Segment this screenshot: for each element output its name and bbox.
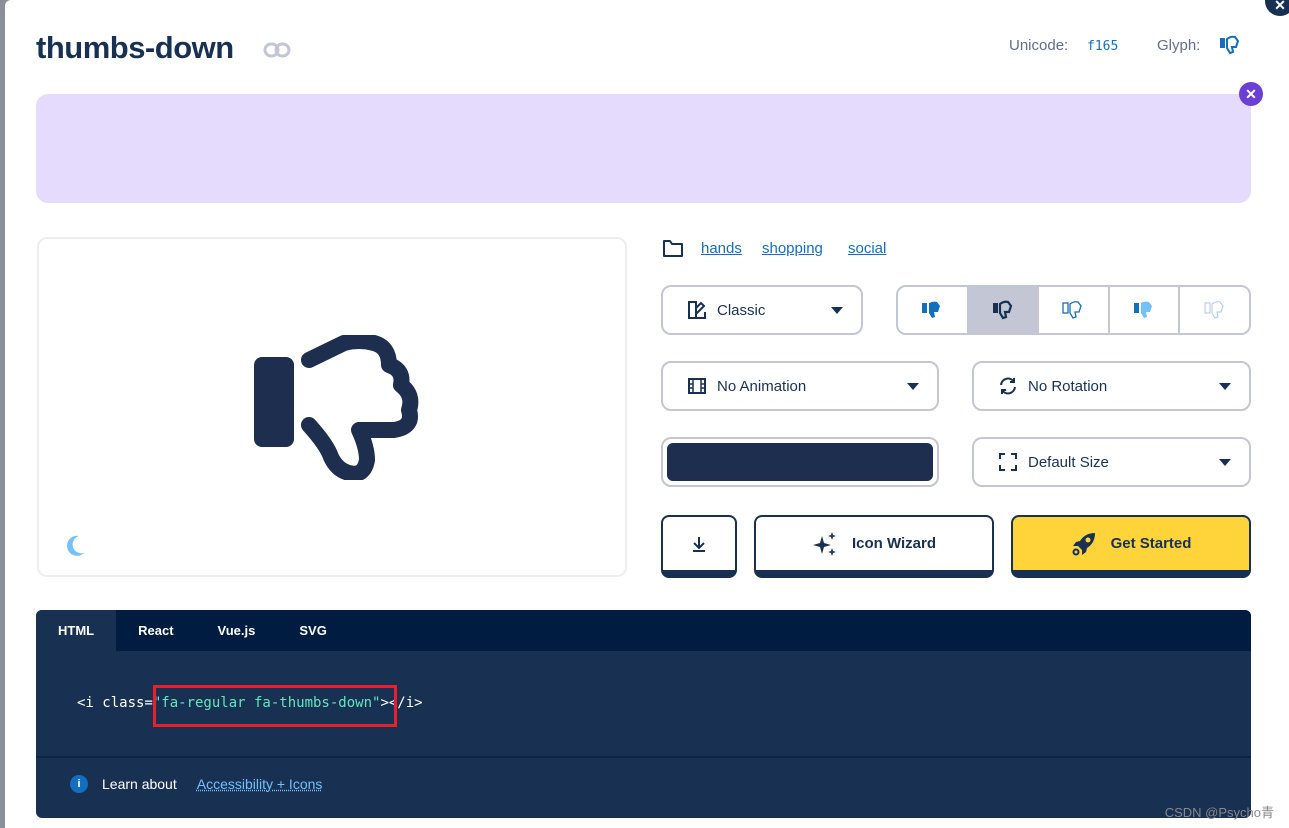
color-swatch: [667, 443, 933, 481]
accessibility-link[interactable]: Accessibility + Icons: [197, 776, 323, 792]
caret-down-icon: [1219, 459, 1231, 466]
thumbs-down-solid-icon: [921, 300, 943, 320]
code-panel: HTML React Vue.js SVG <i class="fa-regul…: [36, 610, 1251, 818]
expand-icon: [998, 452, 1018, 472]
download-button[interactable]: [661, 515, 737, 578]
thumbs-down-duotone-icon: [1133, 300, 1155, 320]
icon-preview: [37, 237, 627, 577]
info-icon: i: [70, 775, 88, 793]
tab-svg[interactable]: SVG: [277, 610, 348, 651]
close-modal-button[interactable]: ✕: [1265, 0, 1289, 16]
size-select[interactable]: Default Size: [972, 437, 1251, 487]
folder-icon: [662, 238, 684, 258]
link-icon[interactable]: [263, 40, 291, 60]
thumbs-down-thin-icon: [1204, 300, 1226, 320]
page-title: thumbs-down: [36, 30, 234, 66]
caret-down-icon: [1219, 383, 1231, 390]
caret-down-icon: [831, 307, 843, 314]
tab-html[interactable]: HTML: [36, 610, 116, 651]
style-thin-button[interactable]: [1180, 287, 1249, 333]
unicode-label: Unicode:: [1009, 37, 1068, 54]
rotation-select[interactable]: No Rotation: [972, 361, 1251, 411]
family-select[interactable]: Classic: [661, 285, 863, 335]
size-select-value: Default Size: [1028, 454, 1219, 471]
style-regular-button[interactable]: [969, 287, 1040, 333]
glyph-label: Glyph:: [1157, 37, 1200, 54]
thumbs-down-icon: [249, 335, 419, 480]
thumbs-down-regular-icon: [992, 300, 1014, 320]
animation-select[interactable]: No Animation: [661, 361, 939, 411]
tag-link[interactable]: hands: [701, 240, 742, 257]
film-icon: [687, 376, 707, 396]
divider: [36, 756, 1251, 758]
color-picker[interactable]: [661, 437, 939, 487]
learn-about-label: Learn about: [102, 776, 177, 792]
unicode-value[interactable]: f165: [1087, 39, 1118, 54]
icon-wizard-label: Icon Wizard: [852, 535, 936, 552]
rotate-icon: [998, 376, 1018, 396]
get-started-label: Get Started: [1111, 535, 1192, 552]
highlight-box: [153, 685, 397, 727]
sparkles-icon: [812, 531, 838, 557]
thumbs-down-glyph-icon[interactable]: [1219, 35, 1241, 55]
caret-down-icon: [907, 383, 919, 390]
style-selector: [896, 285, 1251, 335]
icon-wizard-button[interactable]: Icon Wizard: [754, 515, 994, 578]
footer: i Learn about Accessibility + Icons: [70, 775, 322, 793]
style-duotone-button[interactable]: [1110, 287, 1181, 333]
family-select-value: Classic: [717, 302, 831, 319]
ad-banner: [36, 94, 1251, 203]
close-icon[interactable]: ✕: [1239, 82, 1263, 106]
code-prefix: <i class=: [77, 695, 153, 711]
swatchbook-icon: [687, 300, 707, 320]
tag-link[interactable]: social: [848, 240, 886, 257]
code-tabs: HTML React Vue.js SVG: [36, 610, 1251, 651]
tab-react[interactable]: React: [116, 610, 195, 651]
icon-detail-modal: ✕ thumbs-down Unicode: f165 Glyph: ✕ han…: [5, 0, 1289, 828]
rotation-select-value: No Rotation: [1028, 378, 1219, 395]
tag-link[interactable]: shopping: [762, 240, 823, 257]
animation-select-value: No Animation: [717, 378, 907, 395]
thumbs-down-light-icon: [1062, 300, 1084, 320]
rocket-icon: [1071, 531, 1097, 557]
dark-mode-moon-icon[interactable]: [65, 535, 85, 557]
download-icon: [690, 535, 708, 553]
tab-vuejs[interactable]: Vue.js: [196, 610, 278, 651]
style-light-button[interactable]: [1039, 287, 1110, 333]
watermark: CSDN @Psycho青: [1165, 802, 1274, 821]
get-started-button[interactable]: Get Started: [1011, 515, 1251, 578]
style-solid-button[interactable]: [898, 287, 969, 333]
